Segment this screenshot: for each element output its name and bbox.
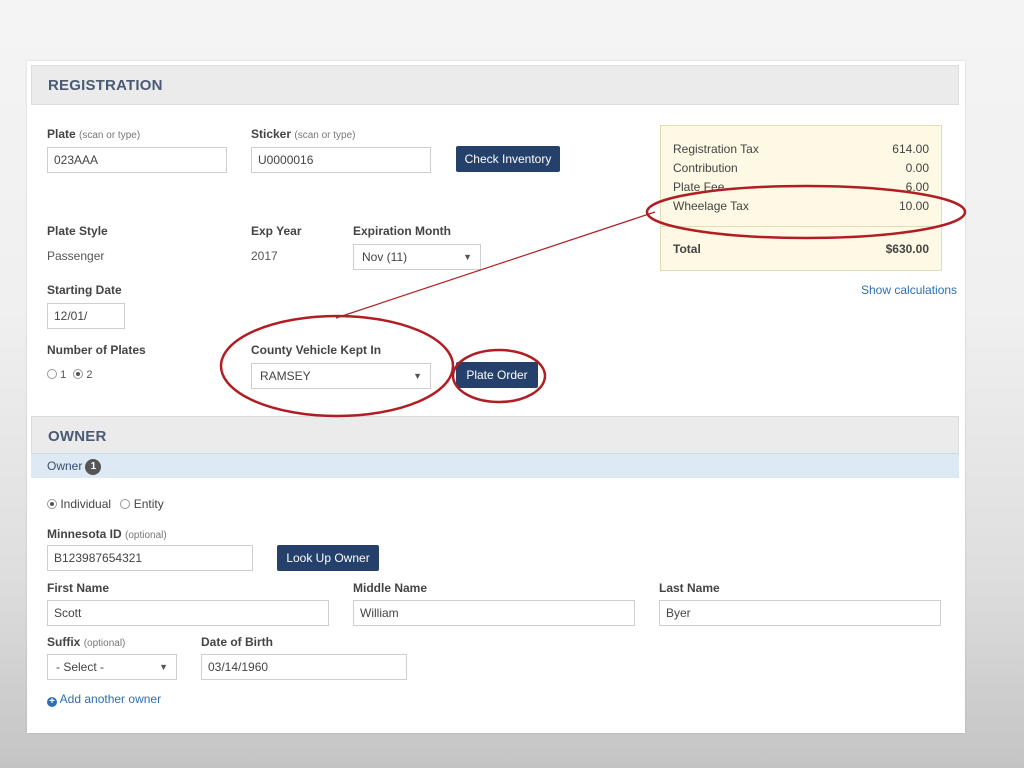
owner-type-options: Individual Entity xyxy=(47,497,164,511)
add-another-owner-label: Add another owner xyxy=(59,692,162,706)
individual-radio[interactable] xyxy=(47,499,57,509)
county-value: RAMSEY xyxy=(260,369,311,383)
check-inventory-button[interactable]: Check Inventory xyxy=(456,146,560,172)
last-name-input[interactable]: Byer xyxy=(659,600,941,626)
fee-row: Plate Fee 6.00 xyxy=(673,180,929,198)
entity-radio[interactable] xyxy=(120,499,131,509)
middle-name-input[interactable]: William xyxy=(353,600,635,626)
plates-option-1-label: 1 xyxy=(60,369,67,381)
county-select[interactable]: RAMSEY ▼ xyxy=(251,363,431,389)
number-of-plates-label: Number of Plates xyxy=(47,343,146,357)
sticker-hint: (scan or type) xyxy=(294,130,356,141)
suffix-label-text: Suffix xyxy=(47,635,81,649)
last-name-label: Last Name xyxy=(659,581,720,595)
plates-option-2-label: 2 xyxy=(86,369,93,381)
chevron-down-icon: ▼ xyxy=(463,252,472,262)
fee-name: Plate Fee xyxy=(673,180,725,194)
expiration-month-select[interactable]: Nov (11) ▼ xyxy=(353,244,481,270)
fee-amount: 10.00 xyxy=(898,199,929,213)
chevron-down-icon: ▼ xyxy=(413,371,422,381)
plate-hint: (scan or type) xyxy=(79,130,141,141)
registration-section-header: REGISTRATION xyxy=(31,65,959,105)
plates-radio-2[interactable] xyxy=(73,369,84,379)
individual-label: Individual xyxy=(60,497,112,511)
plate-style-label: Plate Style xyxy=(47,224,108,238)
owner-tab-bar: Owner 1 xyxy=(31,453,959,478)
fee-summary: Registration Tax 614.00 Contribution 0.0… xyxy=(660,125,942,271)
minnesota-id-label-text: Minnesota ID xyxy=(47,527,122,541)
add-another-owner-link[interactable]: + Add another owner xyxy=(47,692,161,707)
fee-amount: 614.00 xyxy=(892,142,929,156)
fee-row: Contribution 0.00 xyxy=(673,161,929,179)
entity-label: Entity xyxy=(133,497,164,511)
fee-amount: 6.00 xyxy=(905,180,929,194)
suffix-label: Suffix (optional) xyxy=(47,635,125,649)
plate-label-text: Plate xyxy=(47,127,76,141)
minnesota-id-label: Minnesota ID (optional) xyxy=(47,527,167,541)
chevron-down-icon: ▼ xyxy=(159,662,168,672)
suffix-hint: (optional) xyxy=(83,638,126,649)
fee-name: Contribution xyxy=(673,161,738,175)
fee-total-amount: $630.00 xyxy=(885,242,929,256)
suffix-value: - Select - xyxy=(56,660,105,674)
number-of-plates-options: 1 2 xyxy=(47,369,92,381)
fee-row: Wheelage Tax 10.00 xyxy=(673,199,929,217)
starting-date-input[interactable]: 12/01/ xyxy=(47,303,125,329)
sticker-label-text: Sticker xyxy=(251,127,292,141)
plus-circle-icon: + xyxy=(47,697,57,707)
middle-name-label: Middle Name xyxy=(353,581,428,595)
owner-section-header: OWNER xyxy=(31,416,959,456)
registration-card: REGISTRATION Plate (scan or type) 023AAA… xyxy=(27,61,965,733)
starting-date-label: Starting Date xyxy=(47,283,122,297)
fee-total-label: Total xyxy=(673,242,701,256)
fee-row: Registration Tax 614.00 xyxy=(673,142,929,160)
exp-year-value: 2017 xyxy=(251,249,278,263)
plate-style-value: Passenger xyxy=(47,249,105,263)
owner-tab-label: Owner xyxy=(47,459,83,473)
registration-section-title: REGISTRATION xyxy=(48,77,163,94)
minnesota-id-hint: (optional) xyxy=(125,530,167,541)
fee-total-row: Total $630.00 xyxy=(673,242,929,260)
show-calculations-link[interactable]: Show calculations xyxy=(861,283,957,297)
owner-count-badge: 1 xyxy=(85,459,102,475)
sticker-label: Sticker (scan or type) xyxy=(251,127,356,141)
date-of-birth-label: Date of Birth xyxy=(201,635,273,649)
plates-radio-1[interactable] xyxy=(47,369,57,379)
plate-input[interactable]: 023AAA xyxy=(47,147,227,173)
sticker-input[interactable]: U0000016 xyxy=(251,147,431,173)
suffix-select[interactable]: - Select - ▼ xyxy=(47,654,177,680)
first-name-label: First Name xyxy=(47,581,110,595)
owner-tab[interactable]: Owner 1 xyxy=(47,459,102,475)
fee-divider xyxy=(661,226,941,227)
expiration-month-label: Expiration Month xyxy=(353,224,451,238)
look-up-owner-button[interactable]: Look Up Owner xyxy=(277,545,379,571)
owner-section-title: OWNER xyxy=(48,428,107,445)
expiration-month-value: Nov (11) xyxy=(362,250,408,264)
minnesota-id-input[interactable]: B123987654321 xyxy=(47,545,253,571)
exp-year-label: Exp Year xyxy=(251,224,302,238)
date-of-birth-input[interactable]: 03/14/1960 xyxy=(201,654,407,680)
fee-amount: 0.00 xyxy=(905,161,929,175)
fee-name: Wheelage Tax xyxy=(673,199,749,213)
plate-label: Plate (scan or type) xyxy=(47,127,140,141)
fee-name: Registration Tax xyxy=(673,142,759,156)
plate-order-button[interactable]: Plate Order xyxy=(456,362,538,388)
county-label: County Vehicle Kept In xyxy=(251,343,382,357)
first-name-input[interactable]: Scott xyxy=(47,600,329,626)
